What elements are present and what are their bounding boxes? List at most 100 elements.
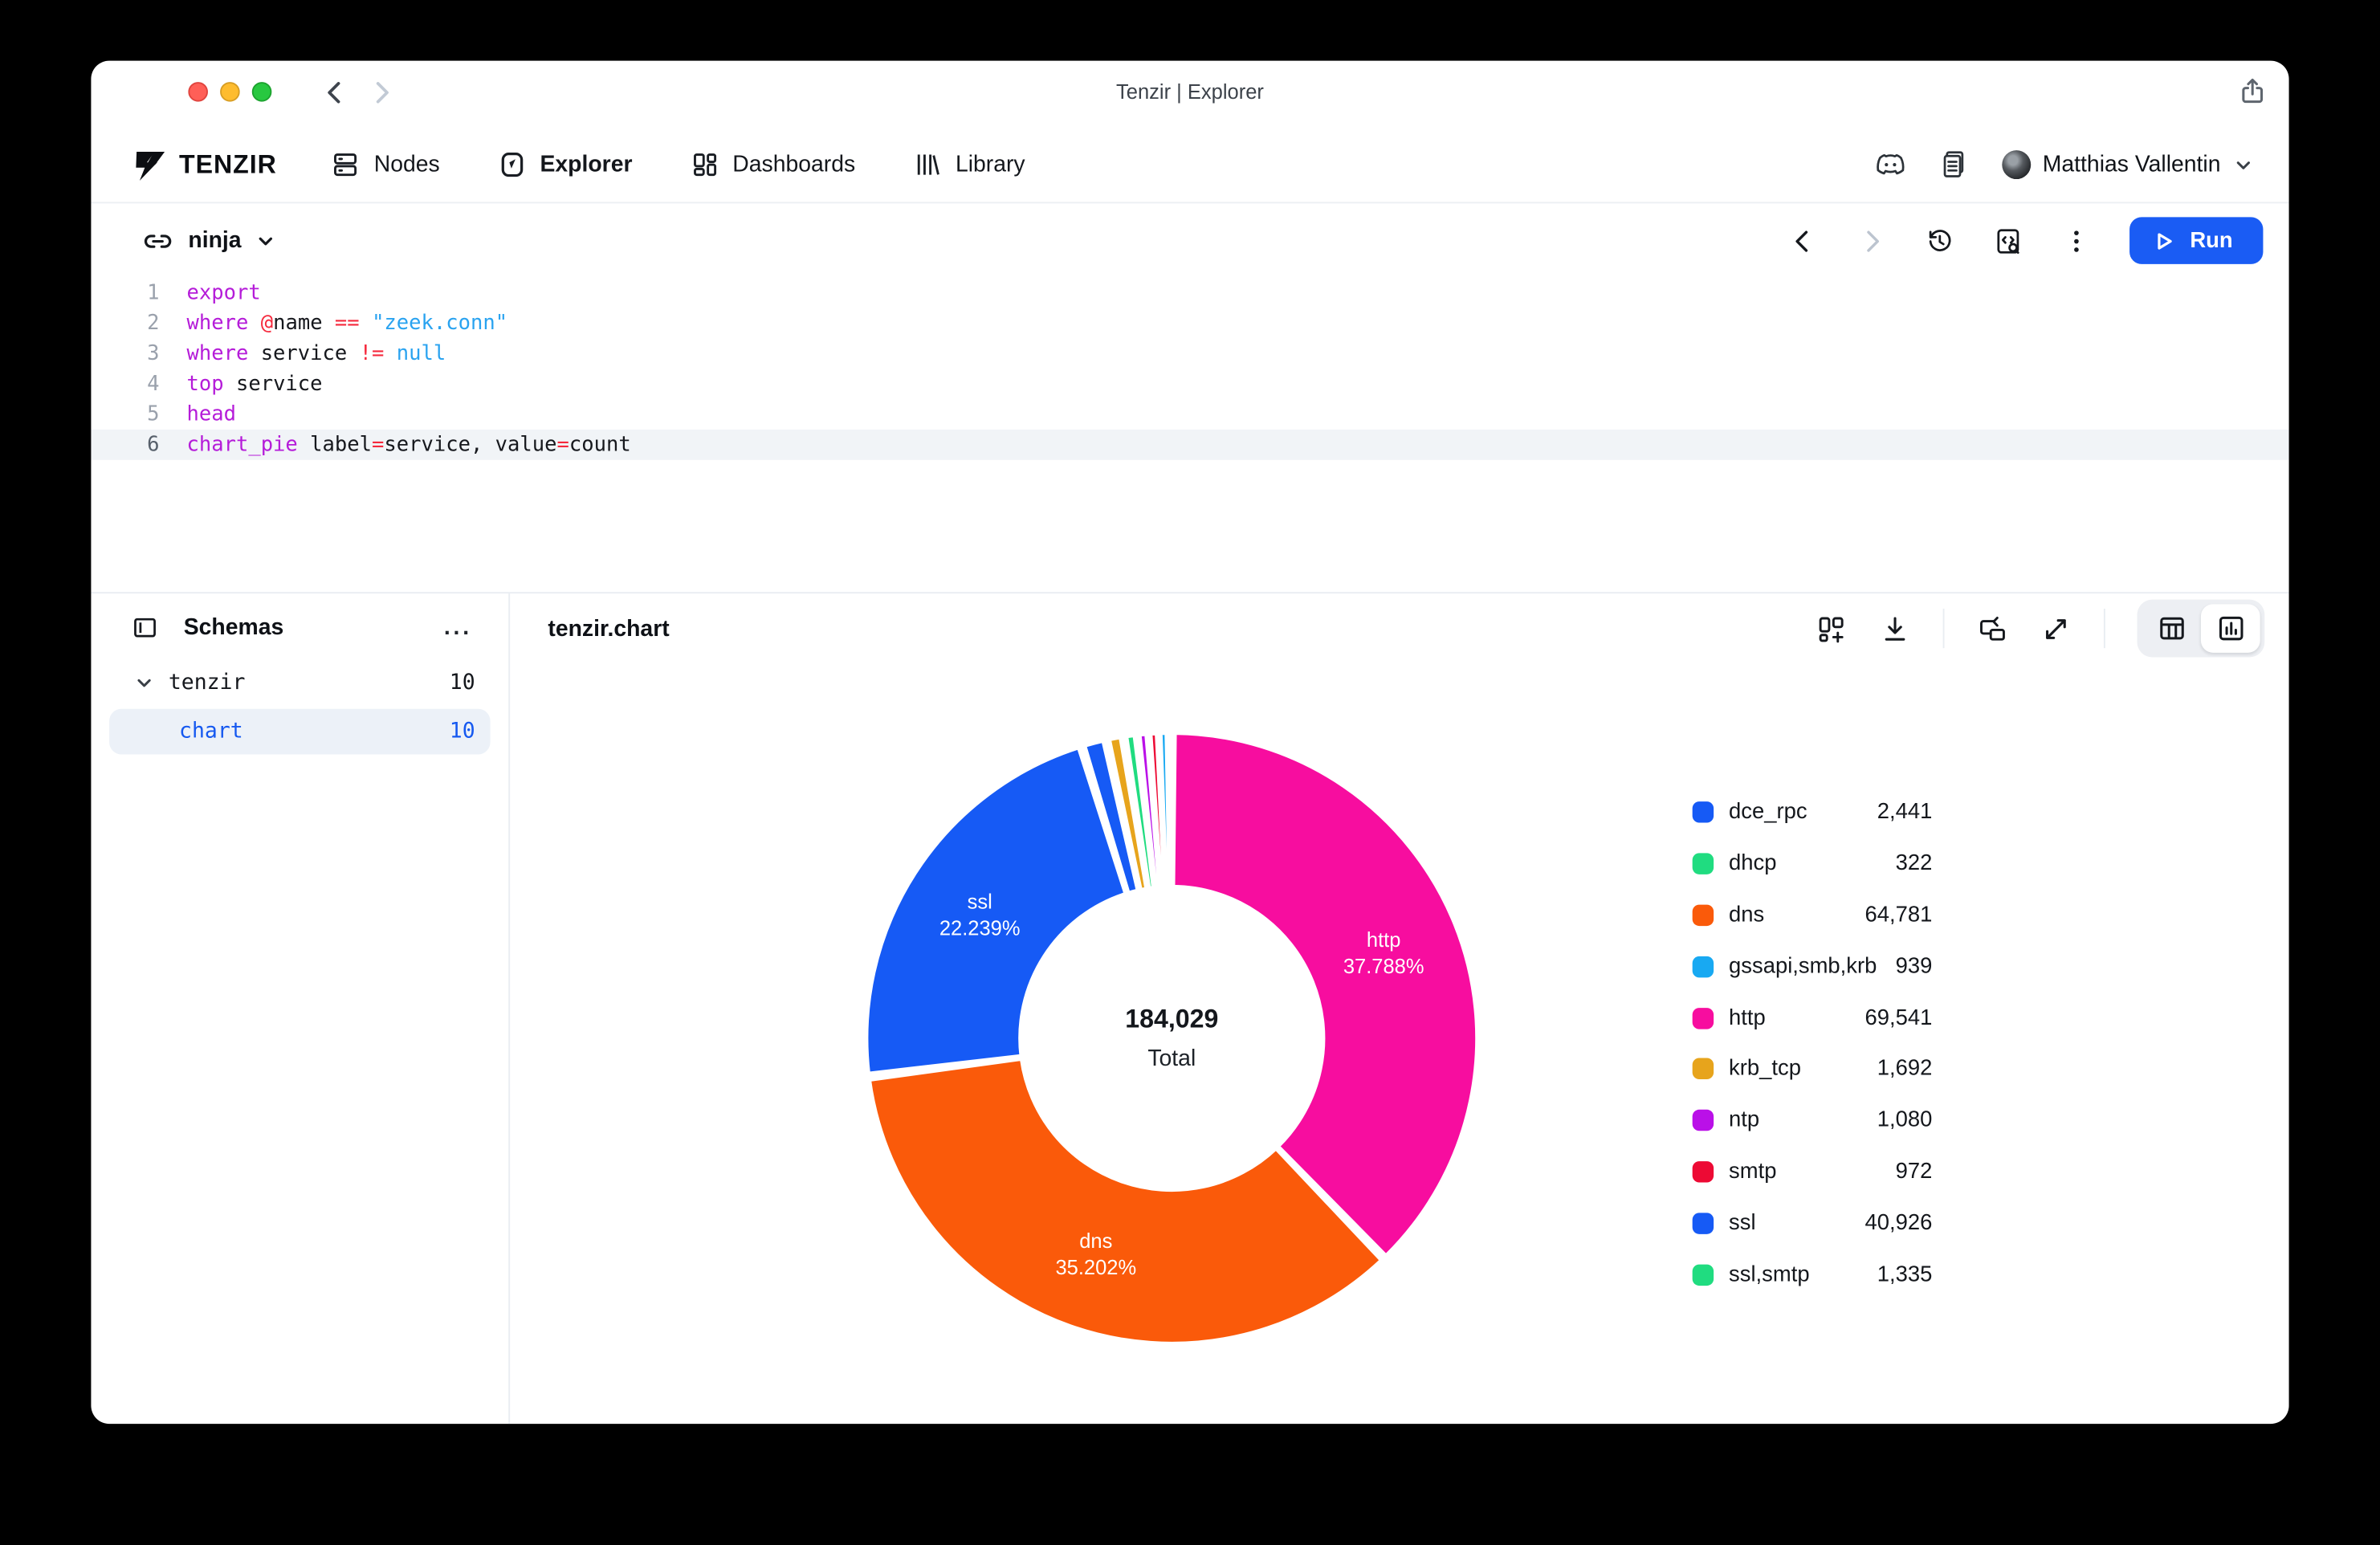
schema-item-count: 10 xyxy=(450,720,475,744)
code-search-icon[interactable] xyxy=(1993,226,2023,256)
code-editor[interactable]: 1export2where @name == "zeek.conn"3where… xyxy=(91,278,2288,460)
line-number: 2 xyxy=(91,308,186,339)
add-to-dashboard-icon[interactable] xyxy=(1816,613,1848,645)
panel-left-icon[interactable] xyxy=(132,614,157,640)
view-switcher xyxy=(2138,600,2265,658)
legend-row[interactable]: ssl 40,926 xyxy=(1693,1198,1933,1249)
result-header: tenzir.chart xyxy=(510,593,2288,663)
code-line[interactable]: 3where service != null xyxy=(91,339,2288,369)
pie-slice-dhcp[interactable] xyxy=(1169,733,1172,887)
docs-icon[interactable] xyxy=(1938,149,1970,181)
code-line[interactable]: 6chart_pie label=service, value=count xyxy=(91,430,2288,460)
legend-swatch xyxy=(1693,853,1714,874)
legend-row[interactable]: http69,541 xyxy=(1693,992,1933,1043)
schema-tree: tenzir 10 chart 10 xyxy=(91,660,508,754)
legend-swatch xyxy=(1693,1213,1714,1233)
legend-value: 2,441 xyxy=(1877,800,1933,824)
schema-item-chart[interactable]: chart 10 xyxy=(109,709,490,755)
donut-chart[interactable]: http37.788%dns35.202%ssl22.239% xyxy=(861,727,1483,1349)
avatar xyxy=(2002,150,2031,179)
legend-swatch xyxy=(1693,1110,1714,1131)
legend-label: dns xyxy=(1729,903,1764,927)
legend-row[interactable]: dhcp 322 xyxy=(1693,838,1933,889)
nav-item-dashboards[interactable]: Dashboards xyxy=(690,150,855,179)
legend-row[interactable]: ssl,smtp1,335 xyxy=(1693,1249,1933,1301)
schemas-menu-icon[interactable]: ... xyxy=(444,614,472,640)
legend-row[interactable]: gssapi,smb,krb 939 xyxy=(1693,940,1933,992)
schema-item-name: chart xyxy=(179,720,243,744)
run-label: Run xyxy=(2190,228,2232,252)
code-text: chart_pie label=service, value=count xyxy=(187,430,631,460)
legend-value: 322 xyxy=(1896,851,1933,875)
editor-toolbar: ninja xyxy=(91,203,2288,278)
chevron-down-icon xyxy=(133,672,154,693)
brand-name: TENZIR xyxy=(179,149,277,180)
legend-swatch xyxy=(1693,1007,1714,1028)
kebab-menu-icon[interactable] xyxy=(2061,226,2092,256)
panel-divider[interactable] xyxy=(508,593,510,1424)
legend-label: ssl xyxy=(1729,1212,1756,1236)
titlebar: Tenzir | Explorer xyxy=(91,61,2288,128)
redo-forward-icon[interactable] xyxy=(1856,226,1886,256)
pie-slice-http[interactable] xyxy=(1173,733,1477,1255)
expand-icon[interactable] xyxy=(2040,613,2072,645)
legend-row[interactable]: smtp972 xyxy=(1693,1147,1933,1198)
code-line[interactable]: 2where @name == "zeek.conn" xyxy=(91,308,2288,339)
chart-view-icon xyxy=(2215,614,2246,644)
move-result-icon[interactable] xyxy=(1976,613,2008,645)
stage: Tenzir | Explorer TENZIR xyxy=(0,0,2380,1545)
nav-item-library[interactable]: Library xyxy=(913,150,1025,179)
code-line[interactable]: 5head xyxy=(91,399,2288,430)
legend-value: 1,692 xyxy=(1877,1057,1933,1081)
legend-label: krb_tcp xyxy=(1729,1057,1801,1081)
result-actions xyxy=(1783,600,2264,658)
explorer-icon xyxy=(498,150,527,179)
legend-label: gssapi,smb,krb xyxy=(1729,954,1877,978)
pipeline-name: ninja xyxy=(188,228,241,254)
legend-value: 939 xyxy=(1896,954,1933,978)
user-menu[interactable]: Matthias Vallentin xyxy=(2002,150,2254,179)
download-icon[interactable] xyxy=(1879,613,1911,645)
code-text: head xyxy=(187,399,236,430)
chart-view-button[interactable] xyxy=(2201,604,2260,652)
legend-row[interactable]: dce_rpc2,441 xyxy=(1693,786,1933,838)
history-icon[interactable] xyxy=(1925,226,1955,256)
play-icon xyxy=(2154,230,2174,251)
schema-group-name: tenzir xyxy=(169,671,246,695)
chart-legend: dce_rpc2,441dhcp322dns64,781gssapi,smb,k… xyxy=(1693,786,1933,1301)
toolbar-separator xyxy=(2104,609,2105,648)
code-text: top service xyxy=(187,369,323,399)
nodes-icon xyxy=(332,150,361,179)
schema-group-tenzir[interactable]: tenzir 10 xyxy=(91,660,508,706)
legend-label: dhcp xyxy=(1729,851,1776,875)
line-number: 4 xyxy=(91,369,186,399)
pie-slice-ssl[interactable] xyxy=(866,748,1125,1073)
brand[interactable]: TENZIR xyxy=(132,146,276,182)
undo-back-icon[interactable] xyxy=(1787,226,1818,256)
main-nav: Nodes Explorer Dashboards xyxy=(332,150,1025,179)
code-line[interactable]: 4top service xyxy=(91,369,2288,399)
editor-actions: Run xyxy=(1787,217,2263,264)
legend-row[interactable]: krb_tcp 1,692 xyxy=(1693,1043,1933,1095)
legend-swatch xyxy=(1693,801,1714,822)
pie-slice-dns[interactable] xyxy=(870,1059,1381,1343)
schemas-title: Schemas xyxy=(184,614,284,640)
nav-label: Library xyxy=(956,152,1025,177)
discord-icon[interactable] xyxy=(1874,149,1906,181)
legend-swatch xyxy=(1693,1265,1714,1286)
legend-row[interactable]: dns64,781 xyxy=(1693,889,1933,940)
dashboards-icon xyxy=(690,150,719,179)
nav-item-explorer[interactable]: Explorer xyxy=(498,150,633,179)
line-number: 3 xyxy=(91,339,186,369)
legend-value: 1,080 xyxy=(1877,1108,1933,1132)
table-view-button[interactable] xyxy=(2142,604,2201,652)
nav-item-nodes[interactable]: Nodes xyxy=(332,150,440,179)
code-line[interactable]: 1export xyxy=(91,278,2288,308)
share-icon[interactable] xyxy=(2237,76,2268,107)
table-view-icon xyxy=(2156,614,2186,644)
window-title: Tenzir | Explorer xyxy=(91,80,2288,103)
legend-row[interactable]: ntp1,080 xyxy=(1693,1095,1933,1147)
pipeline-selector[interactable]: ninja xyxy=(141,224,276,258)
run-button[interactable]: Run xyxy=(2129,217,2264,264)
legend-value: 40,926 xyxy=(1864,1212,1932,1236)
